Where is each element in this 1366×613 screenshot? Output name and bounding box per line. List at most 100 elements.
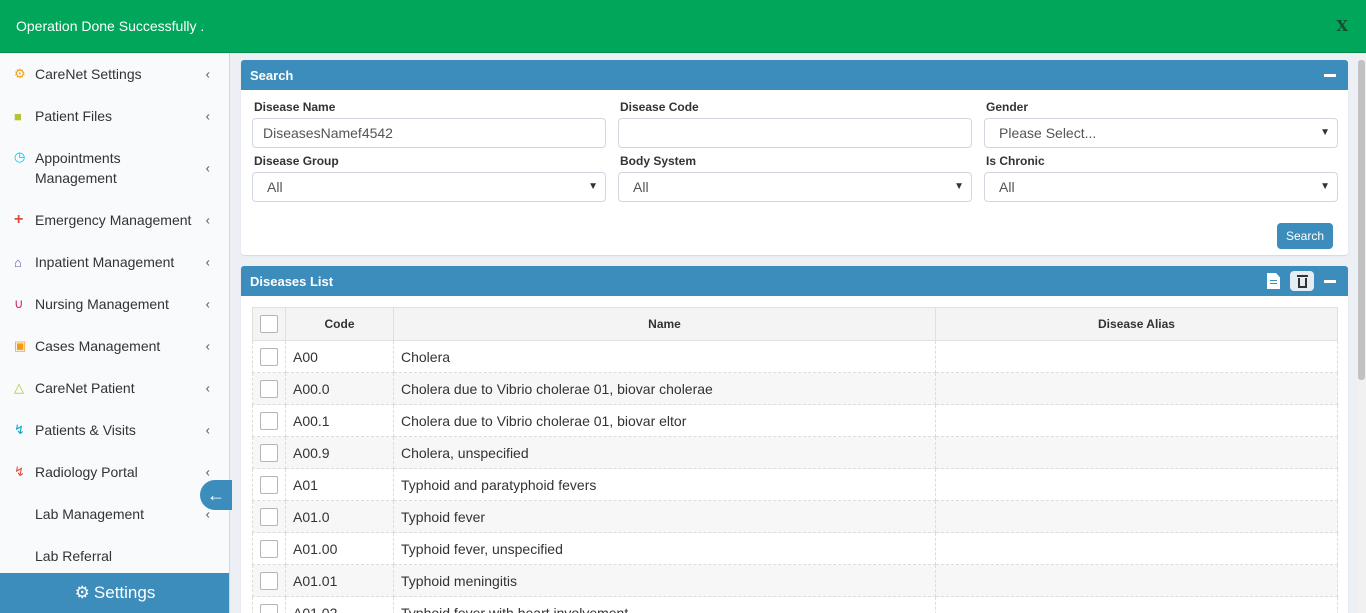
settings-button[interactable]: ⚙ Settings <box>0 573 229 613</box>
cell-alias <box>935 468 1338 501</box>
row-checkbox[interactable] <box>260 379 278 398</box>
row-checkbox[interactable] <box>260 571 278 590</box>
search-panel-title: Search <box>250 67 294 83</box>
disease-group-select[interactable]: All ▼ <box>252 172 606 202</box>
cell-alias <box>935 564 1338 597</box>
delete-button[interactable] <box>1290 271 1314 291</box>
column-header-code[interactable]: Code <box>285 307 394 341</box>
is-chronic-label: Is Chronic <box>986 154 1045 168</box>
table-row[interactable]: A01.02 Typhoid fever with heart involvem… <box>252 596 1338 613</box>
table-row[interactable]: A00.9 Cholera, unspecified <box>252 436 1338 469</box>
table-row[interactable]: A01.01 Typhoid meningitis <box>252 564 1338 597</box>
cell-name: Cholera, unspecified <box>393 436 936 469</box>
disease-group-label: Disease Group <box>254 154 339 168</box>
main-content: Search Disease Name Disease Code Gender <box>241 60 1348 613</box>
row-checkbox[interactable] <box>260 603 278 613</box>
chevron-left-icon: ‹ <box>205 212 210 228</box>
body-system-select-value: All <box>633 179 649 195</box>
table-row[interactable]: A00.0 Cholera due to Vibrio cholerae 01,… <box>252 372 1338 405</box>
sidebar-collapse-button[interactable]: ← <box>200 480 232 510</box>
cell-alias <box>935 500 1338 533</box>
cell-alias <box>935 372 1338 405</box>
row-checkbox[interactable] <box>260 539 278 558</box>
sidebar-item-nursing[interactable]: ∪ Nursing Management ‹ <box>0 283 229 325</box>
diseases-table: Code Name Disease Alias A00 Cholera A00.… <box>252 307 1338 613</box>
row-checkbox[interactable] <box>260 507 278 526</box>
cell-code: A00.0 <box>285 372 394 405</box>
select-all-checkbox[interactable] <box>260 315 278 333</box>
trash-icon <box>1296 274 1308 288</box>
is-chronic-select-value: All <box>999 179 1015 195</box>
export-document-icon[interactable] <box>1267 273 1280 289</box>
cell-name: Cholera due to Vibrio cholerae 01, biova… <box>393 372 936 405</box>
column-header-name[interactable]: Name <box>393 307 936 341</box>
collapse-minus-icon[interactable] <box>1324 279 1336 283</box>
caret-down-icon: ▼ <box>588 181 598 192</box>
search-panel: Search Disease Name Disease Code Gender <box>241 60 1348 255</box>
sidebar-item-emergency[interactable]: + Emergency Management ‹ <box>0 199 229 241</box>
sidebar-item-label: CareNet Settings <box>35 66 142 82</box>
chevron-left-icon: ‹ <box>205 108 210 124</box>
cell-name: Cholera <box>393 340 936 373</box>
cell-name: Typhoid meningitis <box>393 564 936 597</box>
search-panel-header: Search <box>241 60 1348 90</box>
sidebar-item-label: Lab Referral <box>35 548 113 564</box>
sidebar-item-label: Radiology Portal <box>35 464 138 480</box>
page-scrollbar-thumb[interactable] <box>1358 60 1365 380</box>
gender-select-value: Please Select... <box>999 125 1097 141</box>
table-row[interactable]: A01.00 Typhoid fever, unspecified <box>252 532 1338 565</box>
gender-select[interactable]: Please Select... ▼ <box>984 118 1338 148</box>
disease-code-input[interactable] <box>618 118 972 148</box>
collapse-minus-icon[interactable] <box>1324 73 1336 77</box>
body-system-select[interactable]: All ▼ <box>618 172 972 202</box>
row-checkbox[interactable] <box>260 443 278 462</box>
cell-code: A00.1 <box>285 404 394 437</box>
sidebar-item-carenet-patient[interactable]: △ CareNet Patient ‹ <box>0 367 229 409</box>
sidebar-item-inpatient[interactable]: ⌂ Inpatient Management ‹ <box>0 241 229 283</box>
chevron-left-icon: ‹ <box>205 422 210 438</box>
image-icon: ▣ <box>14 338 27 353</box>
sidebar-item-patient-files[interactable]: ■ Patient Files ‹ <box>0 95 229 137</box>
chevron-left-icon: ‹ <box>205 160 210 176</box>
column-header-alias[interactable]: Disease Alias <box>935 307 1338 341</box>
table-row[interactable]: A00 Cholera <box>252 340 1338 373</box>
sidebar-item-lab-management[interactable]: Lab Management ‹ <box>0 493 229 535</box>
bolt-icon: ↯ <box>14 422 25 437</box>
folder-icon: ■ <box>14 108 22 124</box>
table-row[interactable]: A00.1 Cholera due to Vibrio cholerae 01,… <box>252 404 1338 437</box>
chevron-left-icon: ‹ <box>205 254 210 270</box>
diseases-list-title: Diseases List <box>250 273 334 289</box>
sidebar-item-lab-referral[interactable]: Lab Referral <box>0 535 229 577</box>
table-row[interactable]: A01.0 Typhoid fever <box>252 500 1338 533</box>
sidebar-item-carenet-settings[interactable]: ⚙ CareNet Settings ‹ <box>0 53 229 95</box>
caret-down-icon: ▼ <box>954 181 964 192</box>
diseases-list-panel: Diseases List Code Name Disease Alias A0… <box>241 266 1348 613</box>
sidebar-item-radiology[interactable]: ↯ Radiology Portal ‹ <box>0 451 229 493</box>
sidebar-item-label: Patients & Visits <box>35 422 136 438</box>
cell-name: Typhoid fever, unspecified <box>393 532 936 565</box>
stethoscope-icon: ∪ <box>14 296 24 311</box>
disease-name-input[interactable] <box>252 118 606 148</box>
sidebar-item-label: Emergency Management <box>35 212 192 228</box>
cell-alias <box>935 436 1338 469</box>
row-checkbox[interactable] <box>260 347 278 366</box>
sidebar-item-patients-visits[interactable]: ↯ Patients & Visits ‹ <box>0 409 229 451</box>
search-button[interactable]: Search <box>1277 223 1333 249</box>
disease-group-select-value: All <box>267 179 283 195</box>
table-row[interactable]: A01 Typhoid and paratyphoid fevers <box>252 468 1338 501</box>
bolt-icon: ↯ <box>14 464 25 479</box>
plus-icon: + <box>14 211 24 228</box>
row-checkbox[interactable] <box>260 411 278 430</box>
cell-code: A01 <box>285 468 394 501</box>
chevron-left-icon: ‹ <box>205 464 210 480</box>
sidebar-item-cases[interactable]: ▣ Cases Management ‹ <box>0 325 229 367</box>
cell-alias <box>935 532 1338 565</box>
is-chronic-select[interactable]: All ▼ <box>984 172 1338 202</box>
cell-code: A01.01 <box>285 564 394 597</box>
sidebar-item-label: Patient Files <box>35 108 113 124</box>
alert-close-button[interactable]: X <box>1336 17 1348 35</box>
sidebar-item-appointments[interactable]: ◷ Appointments Management ‹ <box>0 137 229 199</box>
cell-name: Cholera due to Vibrio cholerae 01, biova… <box>393 404 936 437</box>
settings-label: Settings <box>93 583 156 602</box>
row-checkbox[interactable] <box>260 475 278 494</box>
